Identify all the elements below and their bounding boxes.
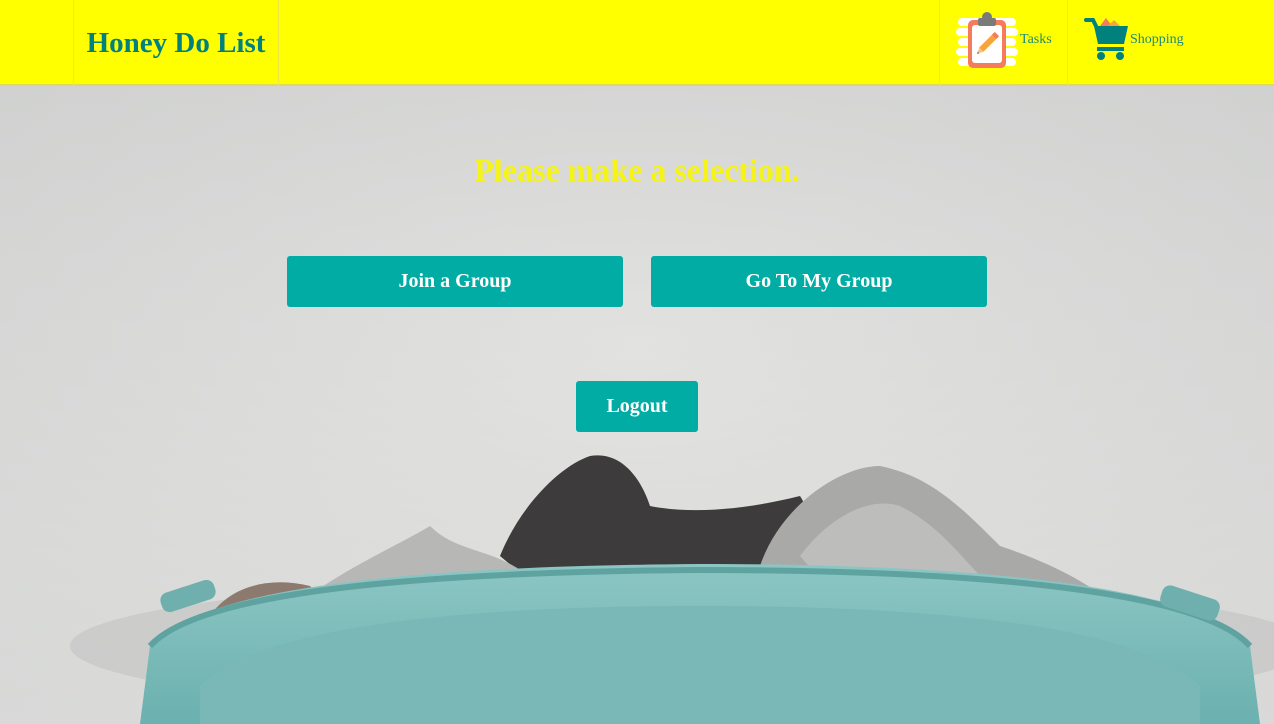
- logout-button[interactable]: Logout: [576, 381, 698, 432]
- nav-item-shopping[interactable]: Shopping: [1068, 0, 1198, 86]
- brand-cell: Honey Do List: [73, 0, 279, 86]
- navbar: Honey Do List Tasks Shopping: [0, 0, 1274, 86]
- brand-link[interactable]: Honey Do List: [87, 27, 266, 60]
- nav-item-tasks[interactable]: Tasks: [939, 0, 1068, 86]
- join-group-button[interactable]: Join a Group: [287, 256, 623, 307]
- clipboard-pencil-icon: [956, 12, 1018, 68]
- nav-tasks-label: Tasks: [1020, 32, 1052, 47]
- shopping-cart-icon: [1084, 18, 1128, 60]
- selection-prompt: Please make a selection.: [474, 152, 800, 188]
- nav-shopping-label: Shopping: [1130, 32, 1184, 47]
- go-to-my-group-button[interactable]: Go To My Group: [651, 256, 987, 307]
